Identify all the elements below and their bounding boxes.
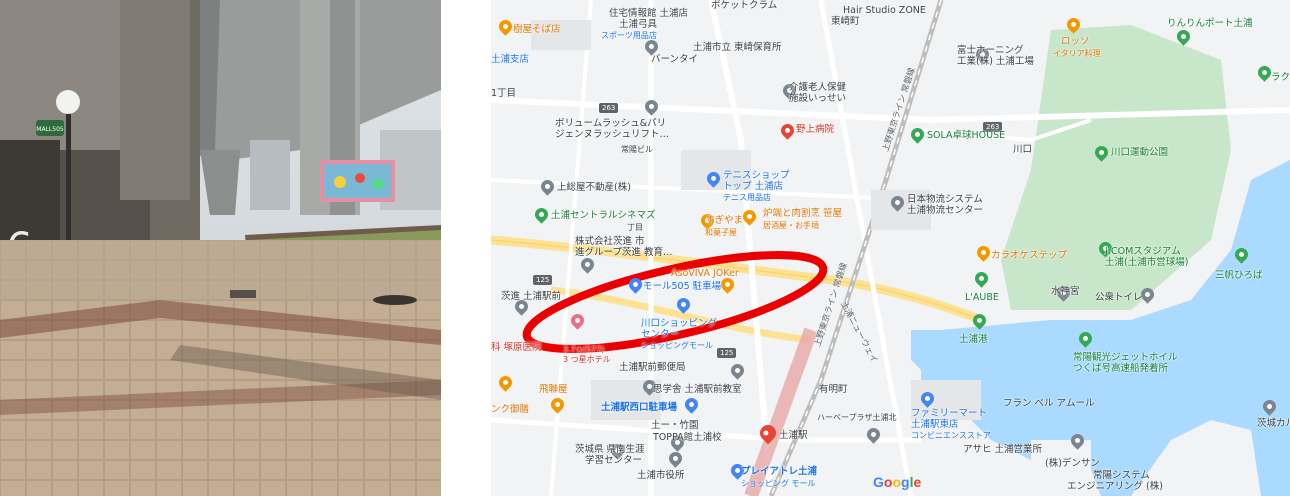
map-label: カラオケステップ xyxy=(991,250,1068,261)
street-photo-drawing: MALL505 6 xyxy=(0,0,441,496)
map-label: 日本物流システム xyxy=(907,194,983,205)
map-label: 土浦弓具 xyxy=(619,19,658,30)
map-label: 川口運動公園 xyxy=(1111,147,1169,158)
map-label: 川口 xyxy=(1013,144,1033,155)
street-photo: MALL505 6 xyxy=(0,0,441,496)
map-label: 和菓子屋 xyxy=(705,228,737,237)
map-label: 株式会社茨進 市 xyxy=(575,236,645,247)
map-label: 土浦セントラルシネマズ xyxy=(551,210,656,221)
map-label: フラン ベル アムール xyxy=(1003,398,1095,409)
map-label: (株)デンサン xyxy=(1045,458,1100,469)
map-label: ポケットクラム xyxy=(711,0,778,11)
map-label: L'AUBE xyxy=(965,292,999,303)
map-label: 思学舎 土浦駅前教室 xyxy=(653,384,742,395)
map-label: 学習センター xyxy=(585,455,643,466)
map-label: 土浦市立 東崎保育所 xyxy=(693,42,782,53)
map-label: 川口ショッピング xyxy=(641,318,718,329)
map-label: 土浦物流センター xyxy=(907,205,984,216)
map-label: テニスショップ xyxy=(723,170,790,181)
map-label: ハーベープラザ土浦北 xyxy=(817,413,897,422)
map-label: AsoVIVA JOKer xyxy=(671,268,739,279)
map-label: 介護老人保健 xyxy=(789,82,847,93)
map-label: りんりんポート土浦 xyxy=(1167,18,1253,29)
map-label: ボリュームラッシュ&パリ xyxy=(555,118,667,129)
map-label: 茨進 土浦駅前 xyxy=(501,291,562,302)
map-label: アサヒ 土浦営業所 xyxy=(963,444,1043,455)
route-shield: 125 xyxy=(717,348,737,358)
map-label: 居酒屋・お手頃 xyxy=(763,221,819,230)
map-label: モール505 駐車場 xyxy=(643,281,722,292)
map-label: スポーツ用品店 xyxy=(601,31,657,40)
map-label: 炉端と肉割烹 笹屋 xyxy=(763,208,843,219)
route-shield: 263 xyxy=(599,103,619,113)
map-label: 樹屋そば店 xyxy=(513,24,561,35)
map-label: 三帆ひろば xyxy=(1215,270,1263,281)
map-label: 施設いっせい xyxy=(789,93,847,104)
map-label: 常陽システム xyxy=(1093,470,1150,481)
map-label: 茨城カル xyxy=(1257,418,1290,429)
map-label: プレイアトレ土浦 xyxy=(741,466,818,477)
map-label: すぎやま xyxy=(705,215,744,226)
map-label: 土浦駅東店 xyxy=(911,419,959,430)
map-label: 有明町 xyxy=(819,384,848,395)
map-label: ジェンヌラッシュリフト… xyxy=(555,129,670,140)
map-label: 上総屋不動産(株) xyxy=(557,182,631,193)
map-label: 東崎町 xyxy=(831,16,860,27)
map-label: 住宅情報館 土浦店 xyxy=(609,8,689,19)
map-label: 常陽ビル xyxy=(621,145,653,154)
map-label: 常陽観光ジェットホイル xyxy=(1073,352,1178,363)
map-label: ファミリーマート xyxy=(911,408,988,419)
map-label: バーンタイ xyxy=(651,54,699,65)
map-label: 公衆トイレ xyxy=(1095,292,1143,303)
map-label: 工業(株) 土浦工場 xyxy=(957,56,1034,67)
map-label: 土ー・竹園 xyxy=(651,420,699,431)
route-shield: 125 xyxy=(533,275,553,285)
map-label: 進グループ茨進 教育… xyxy=(575,247,673,258)
google-logo: Google xyxy=(873,474,922,490)
map-label: Hair Studio ZONE xyxy=(843,5,926,16)
map-label: 土浦駅西口駐車場 xyxy=(601,402,678,413)
map-label: つくば号高速船発着所 xyxy=(1073,363,1169,374)
map-label: J:COMスタジアム xyxy=(1105,246,1181,257)
map-label: 野上病院 xyxy=(796,124,835,135)
map-label: コンビニエンスストア xyxy=(911,431,991,440)
map-label: 土浦港 xyxy=(959,334,988,345)
map-label: 富士ホーニング xyxy=(957,45,1024,56)
map-label: トップ 土浦店 xyxy=(723,181,784,192)
map-label: 科 塚原医院 xyxy=(491,342,542,353)
map-label: 土浦(土浦市営球場) xyxy=(1105,257,1189,268)
map-label: ラク xyxy=(1271,72,1290,83)
map-label: TOPPA館土浦校 xyxy=(653,432,722,443)
map-label: エンジニアリング (株) xyxy=(1067,481,1163,492)
map-label: 土浦市役所 xyxy=(637,470,685,481)
map-label: ショッピング モール xyxy=(741,479,816,488)
map-label: ンク御膳 xyxy=(491,404,530,415)
map-label: テニス用品店 xyxy=(723,193,771,202)
map-label: 土浦駅前郵便局 xyxy=(619,362,686,373)
map-label: 飛聯屋 xyxy=(539,384,568,395)
map-label: 土浦支店 xyxy=(491,54,530,65)
map-label: 水神宮 xyxy=(1051,286,1080,297)
map-label: ショッピングモール xyxy=(641,341,713,350)
map-label: 3 つ星ホテル xyxy=(563,355,611,364)
map-label: 丁目 xyxy=(627,223,643,232)
map-label: 土浦駅 xyxy=(779,430,808,441)
map-label: ロッソ xyxy=(1061,36,1090,47)
map-label: 茨城県 県南生涯 xyxy=(575,444,645,455)
map-label: SOLA卓球HOUSE xyxy=(927,130,1006,141)
mall-sign-text: MALL505 xyxy=(36,126,64,133)
map-label: センター xyxy=(641,329,680,340)
map-label: イタリア料理 xyxy=(1053,49,1101,58)
map-label: 1丁目 xyxy=(491,88,517,99)
map-panel[interactable]: 263 263 125 125 樹屋そば店 住宅情報館 土浦店 土浦弓具 スポー… xyxy=(491,0,1290,496)
